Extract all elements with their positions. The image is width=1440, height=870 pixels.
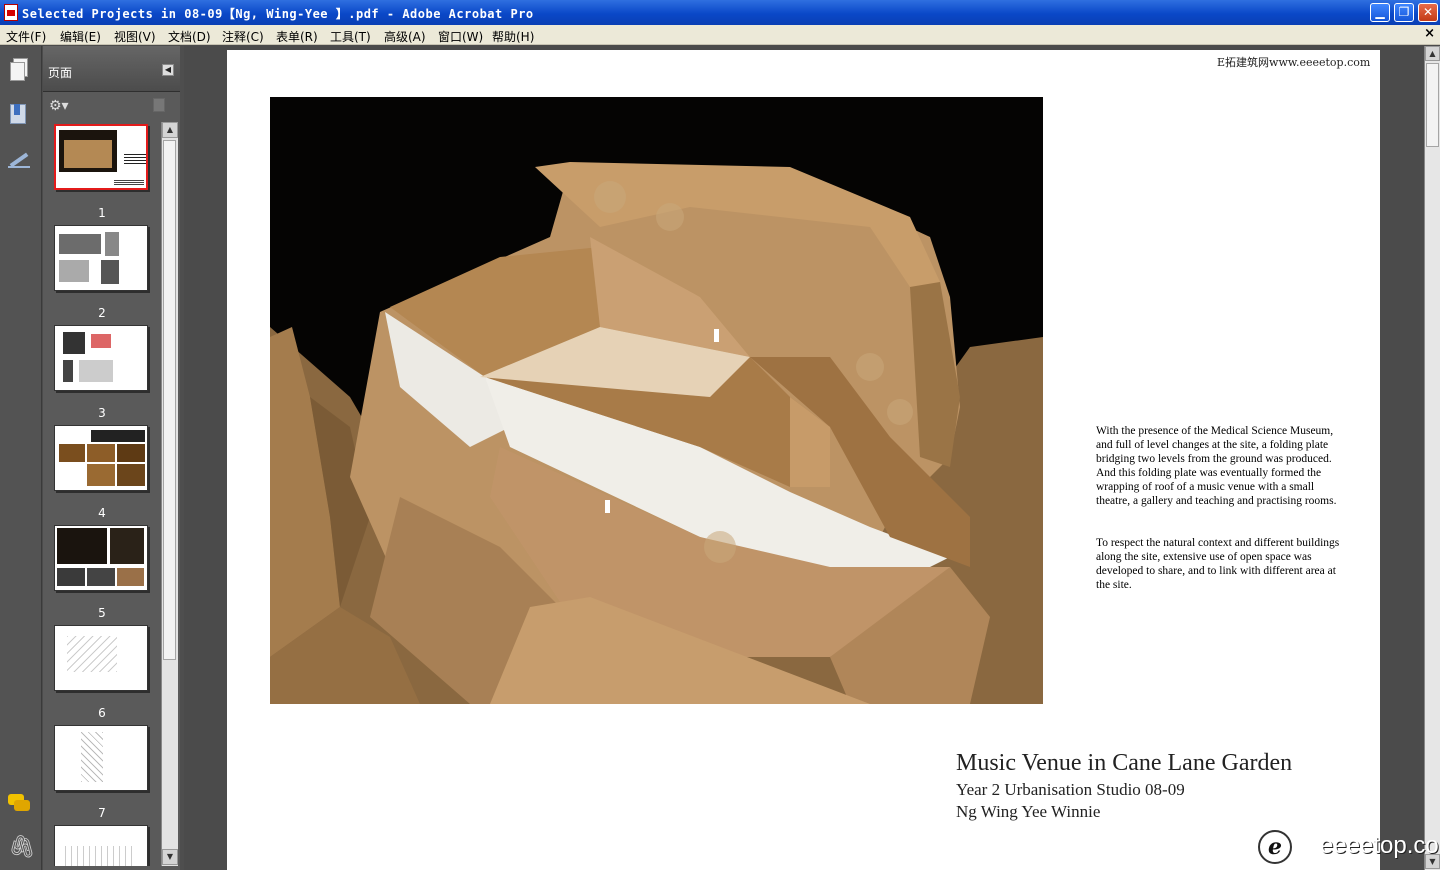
page-thumbnail-2[interactable]	[54, 225, 148, 291]
menu-window[interactable]: 窗口(W)	[438, 28, 483, 45]
pdf-page: E拓建筑网www.eeeetop.com With the presence o…	[227, 50, 1380, 870]
menu-comments[interactable]: 注释(C)	[222, 28, 264, 45]
menu-advanced[interactable]: 高级(A)	[384, 28, 426, 45]
restore-button[interactable]: ❐	[1394, 3, 1414, 22]
attachments-icon[interactable]: 🖇	[8, 836, 36, 860]
project-description-paragraph-2: To respect the natural context and diffe…	[1096, 537, 1340, 591]
menu-bar: 文件(F) 编辑(E) 视图(V) 文档(D) 注释(C) 表单(R) 工具(T…	[0, 25, 1440, 45]
project-title: Music Venue in Cane Lane Garden	[956, 750, 1293, 776]
eeeetop-logo-icon: e	[1258, 830, 1292, 864]
project-author: Ng Wing Yee Winnie	[956, 802, 1101, 821]
page-number-3: 3	[98, 406, 106, 420]
menu-help[interactable]: 帮助(H)	[492, 28, 534, 45]
options-gear-icon[interactable]: ⚙▾	[49, 98, 69, 114]
thumb-scroll-down-button[interactable]: ▼	[162, 849, 178, 865]
document-view[interactable]: E拓建筑网www.eeeetop.com With the presence o…	[184, 46, 1424, 870]
page-number-5: 5	[98, 606, 106, 620]
close-button[interactable]: ✕	[1418, 3, 1438, 22]
doc-scroll-handle[interactable]	[1426, 63, 1439, 147]
page-watermark: E拓建筑网www.eeeetop.com	[1217, 56, 1371, 69]
page-thumbnail-4[interactable]	[54, 425, 148, 491]
window-title: Selected Projects in 08-09【Ng, Wing-Yee …	[22, 7, 534, 21]
page-number-6: 6	[98, 706, 106, 720]
page-number-4: 4	[98, 506, 106, 520]
brand-logo-char: 拓	[1292, 836, 1319, 866]
thumb-scroll-handle[interactable]	[163, 140, 176, 660]
page-number-2: 2	[98, 306, 106, 320]
page-thumbnail-7[interactable]	[54, 725, 148, 791]
project-subtitle: Year 2 Urbanisation Studio 08-09	[956, 780, 1185, 799]
pages-panel: 页面 ◀ ⚙▾ 1 2 3 4 5 6 7 ▲ ▼	[43, 46, 180, 870]
page-thumbnail-1[interactable]	[54, 124, 148, 190]
page-number-1: 1	[98, 206, 106, 220]
page-thumbnail-5[interactable]	[54, 525, 148, 591]
navigation-icon-strip: 🖇	[0, 46, 42, 870]
doc-scroll-up-button[interactable]: ▲	[1425, 46, 1440, 61]
project-description-paragraph-1: With the presence of the Medical Science…	[1096, 425, 1337, 507]
bookmarks-icon[interactable]	[8, 104, 30, 128]
title-bar: Selected Projects in 08-09【Ng, Wing-Yee …	[0, 0, 1440, 25]
page-thumbnail-3[interactable]	[54, 325, 148, 391]
delete-pages-icon[interactable]	[153, 98, 165, 112]
pages-panel-title: 页面	[48, 66, 73, 80]
page-thumbnail-6[interactable]	[54, 625, 148, 691]
document-scrollbar[interactable]: ▲ ▼	[1424, 46, 1440, 870]
thumbnail-list[interactable]: 1 2 3 4 5 6 7	[43, 122, 161, 866]
acrobat-pdf-icon	[4, 4, 18, 21]
minimize-button[interactable]: ▁	[1370, 3, 1390, 22]
brand-text: eeeetop.com	[1320, 832, 1440, 859]
close-document-button[interactable]: ×	[1424, 26, 1435, 41]
page-thumbnail-8[interactable]	[54, 825, 148, 866]
menu-view[interactable]: 视图(V)	[114, 28, 156, 45]
architecture-model-photo	[270, 97, 1043, 704]
pages-panel-toolbar: ⚙▾	[43, 93, 180, 119]
comments-icon[interactable]	[8, 792, 30, 816]
menu-forms[interactable]: 表单(R)	[276, 28, 318, 45]
page-number-7: 7	[98, 806, 106, 820]
signatures-icon[interactable]	[8, 148, 30, 172]
thumb-scroll-up-button[interactable]: ▲	[162, 122, 178, 138]
menu-document[interactable]: 文档(D)	[168, 28, 211, 45]
thumbnail-scrollbar[interactable]: ▲ ▼	[161, 122, 178, 866]
menu-file[interactable]: 文件(F)	[6, 28, 46, 45]
pages-icon[interactable]	[8, 58, 30, 82]
menu-edit[interactable]: 编辑(E)	[60, 28, 101, 45]
menu-tools[interactable]: 工具(T)	[330, 28, 371, 45]
collapse-panel-button[interactable]: ◀	[162, 64, 174, 76]
pages-panel-header: 页面 ◀	[43, 46, 180, 92]
eeeetop-brand-watermark: e 拓 eeeetop.com	[1258, 828, 1440, 866]
